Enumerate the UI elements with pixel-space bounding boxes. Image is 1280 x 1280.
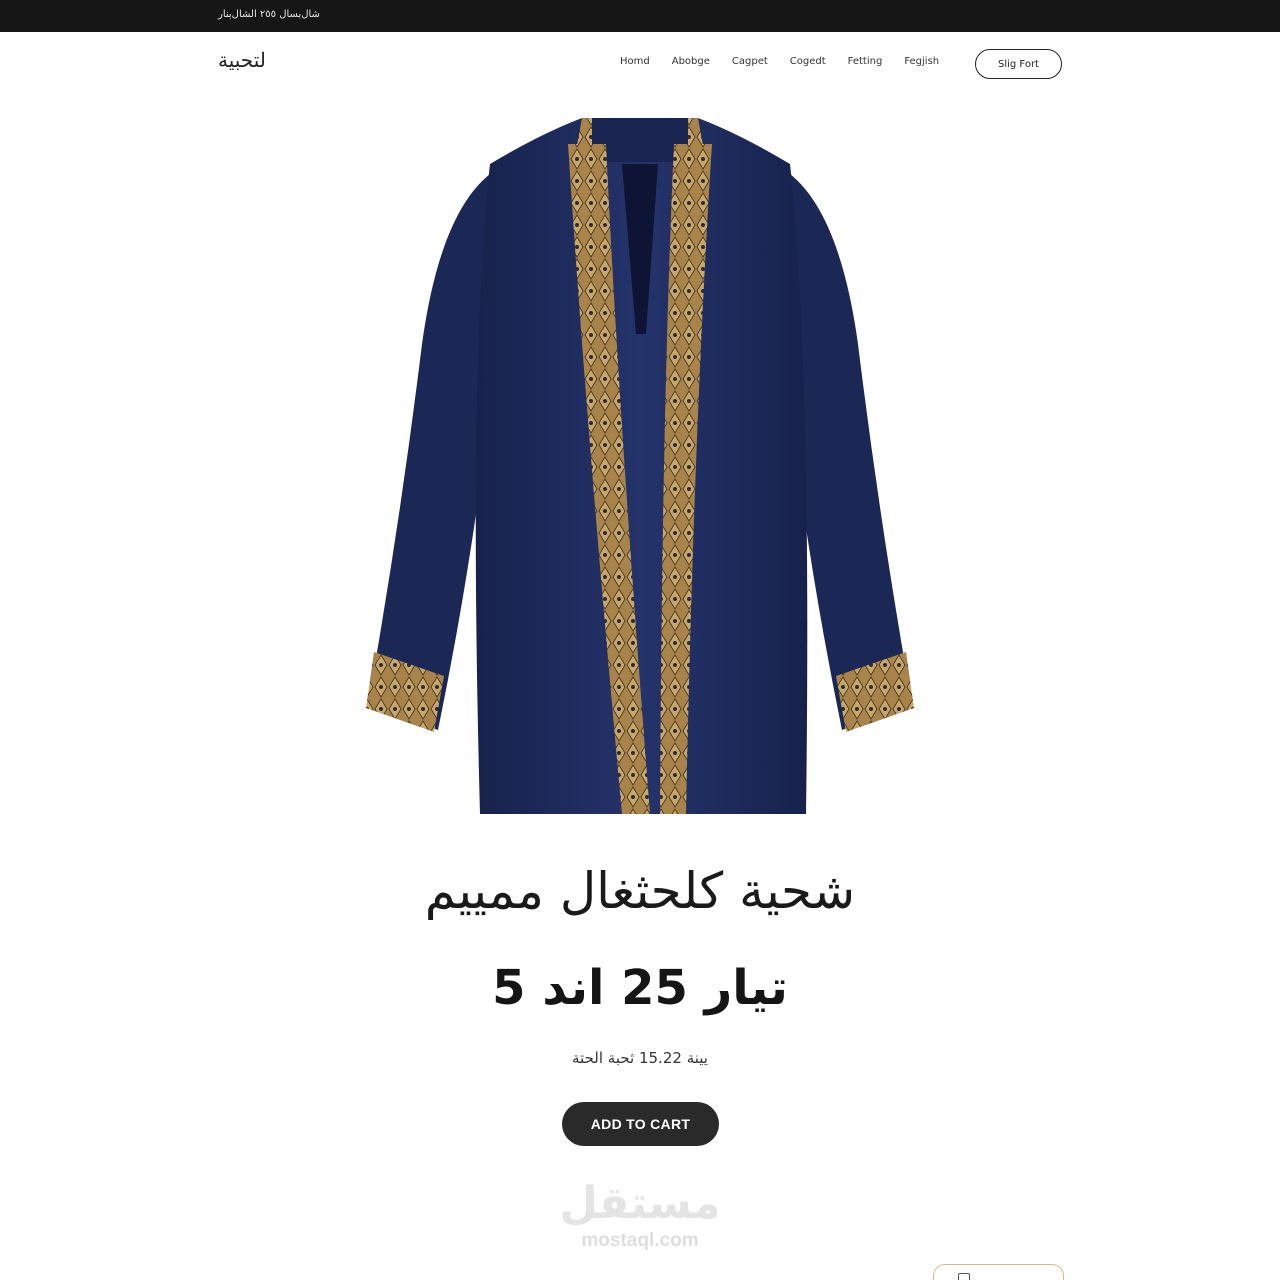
site-header: لتحبية Homd Abobge Cagpet Cogedt Fetting…	[0, 32, 1280, 94]
announcement-text: شال‌بسال ٢٥٥ الشال‌بنار	[218, 9, 320, 20]
nav-item-fetting[interactable]: Fetting	[848, 56, 883, 67]
product-title: شحية كلحثغال ممييم	[424, 862, 856, 920]
nav-item-fegjish[interactable]: Fegjish	[904, 56, 939, 67]
watermark-latin: mostaql.com	[581, 1230, 699, 1251]
product-subtitle: تيار 25 اند 5	[492, 960, 788, 1016]
watermark-arabic: مستقل	[559, 1178, 721, 1229]
nav-item-abobge[interactable]: Abobge	[672, 56, 710, 67]
announcement-bar: شال‌بسال ٢٥٥ الشال‌بنار	[0, 0, 1280, 32]
main-nav: Homd Abobge Cagpet Cogedt Fetting Fegjis…	[620, 56, 961, 67]
watermark: مستقل mostaql.com	[0, 1178, 1280, 1252]
brand-logo[interactable]: لتحبية	[218, 48, 266, 72]
product-image	[366, 118, 914, 814]
add-to-cart-button[interactable]: ADD TO CART	[562, 1102, 719, 1146]
nav-item-cogedt[interactable]: Cogedt	[790, 56, 826, 67]
nav-item-cagpet[interactable]: Cagpet	[732, 56, 768, 67]
message-icon	[958, 1273, 970, 1280]
header-cta-button[interactable]: Slig Fort	[975, 49, 1062, 79]
product-price: يينة 15.22 ثحبة الحتة	[572, 1049, 708, 1067]
floating-chat-button[interactable]	[933, 1264, 1064, 1280]
nav-item-home[interactable]: Homd	[620, 56, 650, 67]
